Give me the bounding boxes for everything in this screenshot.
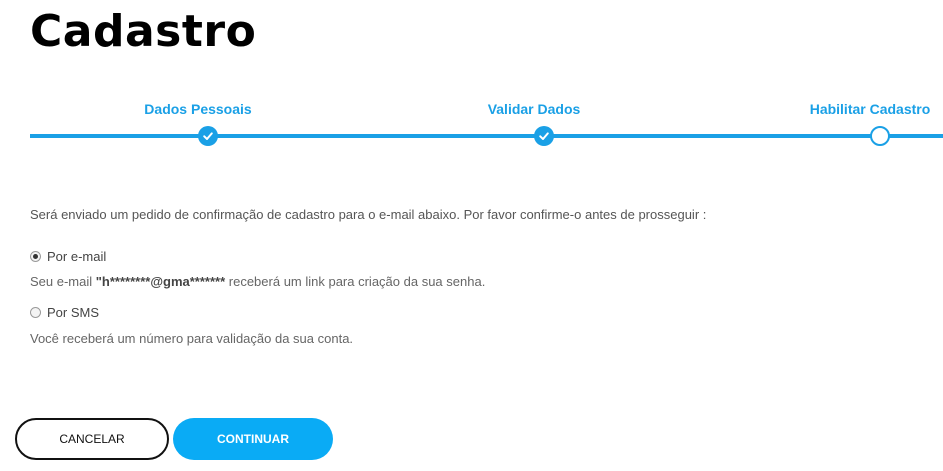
continue-button[interactable]: CONTINUAR: [173, 418, 333, 460]
cancel-button[interactable]: CANCELAR: [15, 418, 169, 460]
step-dot-dados-pessoais: [198, 126, 218, 146]
masked-email: "h********@gma*******: [95, 274, 226, 289]
check-icon: [539, 132, 549, 140]
email-option-desc: Seu e-mail "h********@gma******* receber…: [30, 274, 486, 289]
email-radio[interactable]: [30, 251, 41, 262]
step-label-dados-pessoais: Dados Pessoais: [144, 101, 252, 117]
email-option[interactable]: Por e-mail: [30, 249, 106, 264]
progress-stepper: Dados Pessoais Validar Dados Habilitar C…: [0, 0, 943, 160]
intro-text: Será enviado um pedido de confirmação de…: [30, 207, 707, 222]
sms-option[interactable]: Por SMS: [30, 305, 99, 320]
step-dot-validar-dados: [534, 126, 554, 146]
sms-option-desc: Você receberá um número para validação d…: [30, 331, 354, 346]
sms-option-label: Por SMS: [47, 305, 100, 320]
email-option-label: Por e-mail: [47, 249, 107, 264]
step-label-habilitar-cadastro: Habilitar Cadastro: [809, 101, 931, 117]
stepper-line: [30, 134, 943, 138]
sms-radio[interactable]: [30, 307, 41, 318]
step-label-validar-dados: Validar Dados: [487, 101, 581, 117]
check-icon: [203, 132, 213, 140]
step-dot-habilitar-cadastro: [870, 126, 890, 146]
